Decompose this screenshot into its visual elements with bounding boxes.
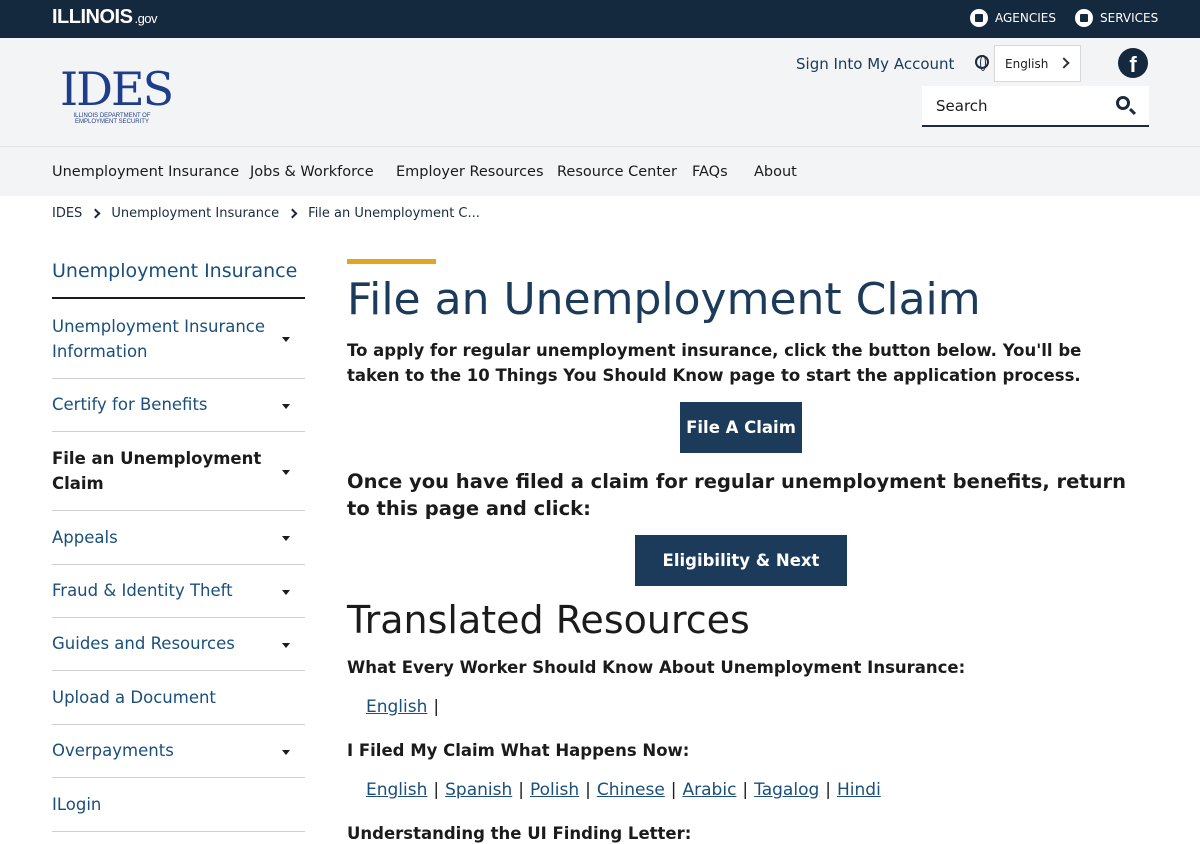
agencies-label: AGENCIES — [995, 11, 1056, 25]
link-polish[interactable]: Polish — [530, 780, 579, 800]
language-select[interactable]: English — [994, 45, 1081, 82]
nav-jobs-workforce[interactable]: Jobs & Workforce — [250, 164, 374, 180]
ides-logo-subtext: ILLINOIS DEPARTMENT OF EMPLOYMENT SECURI… — [73, 113, 151, 125]
translated-resources-heading: Translated Resources — [347, 598, 750, 642]
agencies-link[interactable]: AGENCIES — [970, 9, 1056, 27]
caret-down-icon[interactable] — [282, 337, 290, 342]
sign-in-link[interactable]: Sign Into My Account — [796, 55, 954, 73]
site-header: IDES ILLINOIS DEPARTMENT OF EMPLOYMENT S… — [0, 38, 1200, 146]
sidebar-item-ui-information[interactable]: Unemployment Insurance Information — [52, 299, 305, 379]
sidebar-item-ilogin[interactable]: ILogin — [52, 778, 305, 832]
link-chinese[interactable]: Chinese — [597, 780, 665, 800]
title-accent-bar — [347, 259, 436, 264]
sidebar-title[interactable]: Unemployment Insurance — [52, 260, 297, 282]
nav-employer-resources[interactable]: Employer Resources — [396, 164, 544, 180]
section-heading-worker-should-know: What Every Worker Should Know About Unem… — [347, 658, 966, 677]
file-claim-button[interactable]: File A Claim — [680, 402, 802, 453]
gears-icon — [1075, 9, 1093, 27]
link-english[interactable]: English — [366, 780, 427, 800]
sidebar-item-label: Guides and Resources — [52, 634, 235, 653]
services-label: SERVICES — [1100, 11, 1159, 25]
caret-down-icon[interactable] — [282, 404, 290, 409]
link-arabic[interactable]: Arabic — [683, 780, 737, 800]
nav-unemployment-insurance[interactable]: Unemployment Insurance — [52, 164, 239, 180]
eligibility-next-steps-button[interactable]: Eligibility & Next Steps — [635, 535, 847, 621]
caret-down-icon[interactable] — [282, 750, 290, 755]
pipe-separator: | — [433, 780, 440, 800]
sidebar-item-label: File an Unemployment Claim — [52, 449, 262, 493]
breadcrumb-current: File an Unemployment C... — [308, 206, 480, 221]
chevron-right-icon — [287, 208, 298, 219]
sidebar-item-overpayments[interactable]: Overpayments — [52, 725, 305, 778]
breadcrumb: IDES Unemployment Insurance File an Unem… — [52, 206, 480, 221]
sidebar-item-fraud[interactable]: Fraud & Identity Theft — [52, 565, 305, 618]
caret-down-icon[interactable] — [282, 470, 290, 475]
caret-down-icon[interactable] — [282, 590, 290, 595]
sidebar-item-label: Upload a Document — [52, 688, 216, 707]
breadcrumb-unemployment-insurance[interactable]: Unemployment Insurance — [111, 206, 279, 221]
pipe-separator: | — [670, 780, 677, 800]
pipe-separator: | — [742, 780, 749, 800]
intro-text: To apply for regular unemployment insura… — [347, 341, 1082, 385]
link-spanish[interactable]: Spanish — [445, 780, 512, 800]
search-input[interactable] — [922, 86, 1102, 125]
nav-about[interactable]: About — [754, 164, 797, 180]
link-list-filed-claim: English | Spanish | Polish | Chinese | Arabic | Ta… — [366, 780, 881, 800]
sidebar-item-file-claim[interactable]: File an Unemployment Claim — [52, 432, 305, 511]
chevron-right-icon — [90, 208, 101, 219]
link-list-worker-should-know: English | — [366, 697, 445, 717]
main-nav: Unemployment Insurance Jobs & Workforce … — [0, 146, 1200, 196]
ides-logo-text: IDES — [60, 62, 174, 116]
pipe-separator: | — [585, 780, 591, 800]
sidebar-item-upload[interactable]: Upload a Document — [52, 671, 305, 725]
section-heading-filed-claim: I Filed My Claim What Happens Now: — [347, 741, 690, 760]
sidebar-item-label: Unemployment Insurance Information — [52, 317, 266, 361]
link-tagalog[interactable]: Tagalog — [754, 780, 819, 800]
sidebar-item-label: Overpayments — [52, 741, 174, 760]
page-title: File an Unemployment Claim — [347, 274, 981, 325]
section-heading-finding-letter: Understanding the UI Finding Letter: — [347, 824, 692, 843]
nav-faqs[interactable]: FAQs — [692, 164, 728, 180]
ides-logo[interactable]: IDES ILLINOIS DEPARTMENT OF EMPLOYMENT S… — [60, 62, 174, 126]
pipe-separator: | — [433, 697, 440, 717]
sidebar-item-certify[interactable]: Certify for Benefits — [52, 379, 305, 432]
services-link[interactable]: SERVICES — [1075, 9, 1158, 27]
search-box — [922, 86, 1149, 127]
illinois-gov-logo[interactable]: ILLINOIS .gov — [52, 6, 158, 29]
caret-down-icon[interactable] — [282, 643, 290, 648]
language-value: English — [1005, 56, 1049, 71]
facebook-icon[interactable]: f — [1118, 48, 1148, 78]
sidebar-item-label: ILogin — [52, 795, 102, 814]
sidebar-item-label: Appeals — [52, 528, 118, 547]
logo-suffix-text: .gov — [134, 11, 158, 26]
pipe-separator: | — [518, 780, 524, 800]
search-icon[interactable] — [1116, 96, 1130, 110]
nav-resource-center[interactable]: Resource Center — [557, 164, 677, 180]
sidebar-item-guides[interactable]: Guides and Resources — [52, 618, 305, 671]
sidebar-item-appeals[interactable]: Appeals — [52, 511, 305, 565]
breadcrumb-ides[interactable]: IDES — [52, 206, 82, 221]
after-claim-text: Once you have filed a claim for regular … — [347, 470, 1127, 520]
sidebar-item-label: Certify for Benefits — [52, 395, 208, 414]
building-icon — [970, 9, 988, 27]
globe-icon — [975, 55, 989, 71]
caret-down-icon[interactable] — [282, 536, 290, 541]
top-bar: ILLINOIS .gov AGENCIES SERVICES — [0, 0, 1200, 38]
logo-main-text: ILLINOIS — [52, 6, 133, 28]
link-hindi[interactable]: Hindi — [837, 780, 881, 800]
link-english[interactable]: English — [366, 697, 427, 717]
sidebar-item-label: Fraud & Identity Theft — [52, 581, 233, 600]
pipe-separator: | — [825, 780, 832, 800]
chevron-right-icon — [1058, 57, 1070, 69]
